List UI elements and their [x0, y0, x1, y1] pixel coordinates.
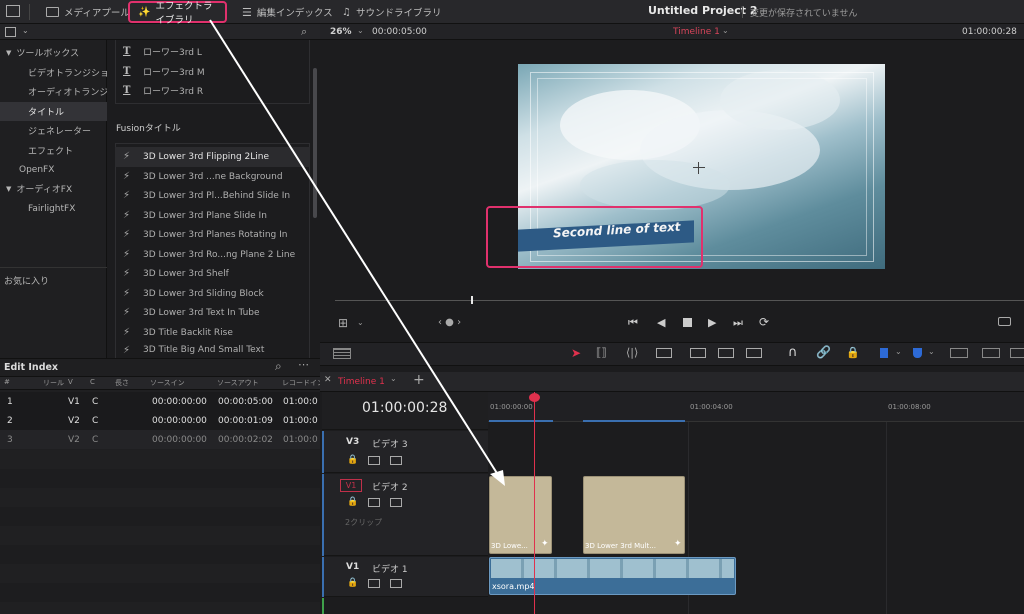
- annotation-arrow: [209, 19, 505, 486]
